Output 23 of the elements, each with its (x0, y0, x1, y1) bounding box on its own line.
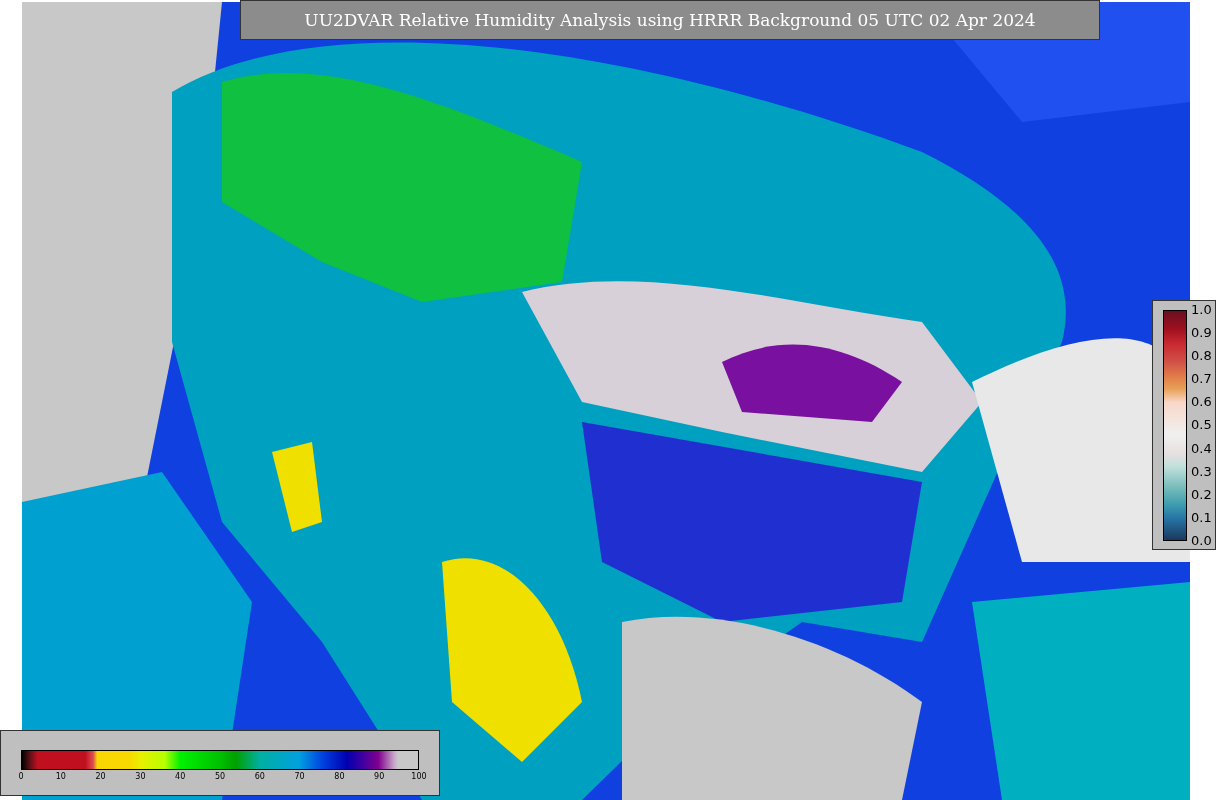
tick-label: 0 (18, 772, 24, 781)
tick-label: 60 (254, 772, 265, 781)
tick-label: 0.2 (1191, 486, 1212, 503)
tick-label: 0.8 (1191, 348, 1212, 365)
tick-label: 0.3 (1191, 463, 1212, 480)
tick-label: 30 (135, 772, 146, 781)
map-title: UU2DVAR Relative Humidity Analysis using HRRR Background 05 UTC 02 Apr 2024 (240, 0, 1100, 40)
tick-label: 1.0 (1191, 302, 1212, 318)
tick-label: 0.1 (1191, 509, 1212, 526)
tick-label: 80 (334, 772, 345, 781)
tick-label: 90 (374, 772, 385, 781)
tick-label: 0.9 (1191, 325, 1212, 342)
tick-label: 20 (95, 772, 106, 781)
tick-label: 40 (175, 772, 186, 781)
tick-label: 0.0 (1191, 532, 1212, 549)
tick-label: 50 (214, 772, 226, 781)
tick-label: 0.6 (1191, 394, 1212, 411)
tick-label: 70 (294, 772, 305, 781)
tick-label: 10 (55, 772, 66, 781)
tick-label: 0.4 (1191, 440, 1212, 457)
tick-label: 100 (411, 772, 427, 781)
tick-label: 0.7 (1191, 371, 1212, 388)
tick-label: 0.5 (1191, 417, 1212, 434)
